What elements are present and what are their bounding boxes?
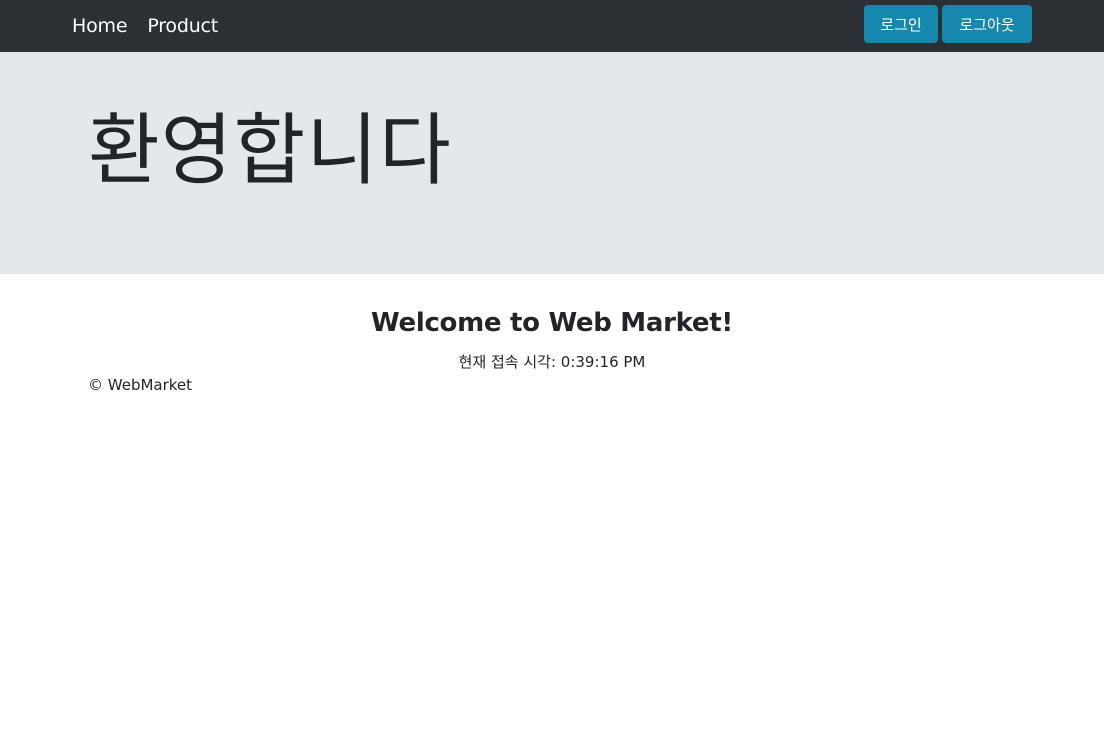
nav-link-product[interactable]: Product bbox=[147, 15, 218, 37]
page-title: 환영합니다 bbox=[88, 106, 452, 196]
top-navbar: Home Product 로그인 로그아웃 bbox=[0, 0, 1104, 52]
access-time-value: 0:39:16 PM bbox=[560, 353, 646, 371]
nav-link-home[interactable]: Home bbox=[72, 15, 128, 37]
access-time-label: 현재 접속 시각: bbox=[458, 353, 561, 371]
logout-button[interactable]: 로그아웃 bbox=[942, 5, 1032, 43]
nav-links: Home Product bbox=[72, 0, 218, 52]
nav-actions: 로그인 로그아웃 bbox=[864, 5, 1032, 43]
login-button[interactable]: 로그인 bbox=[864, 5, 938, 43]
welcome-heading: Welcome to Web Market! bbox=[371, 308, 733, 338]
access-time: 현재 접속 시각: 0:39:16 PM bbox=[0, 351, 1104, 372]
jumbotron: 환영합니다 bbox=[0, 52, 1104, 274]
footer-copyright: © WebMarket bbox=[88, 376, 193, 394]
